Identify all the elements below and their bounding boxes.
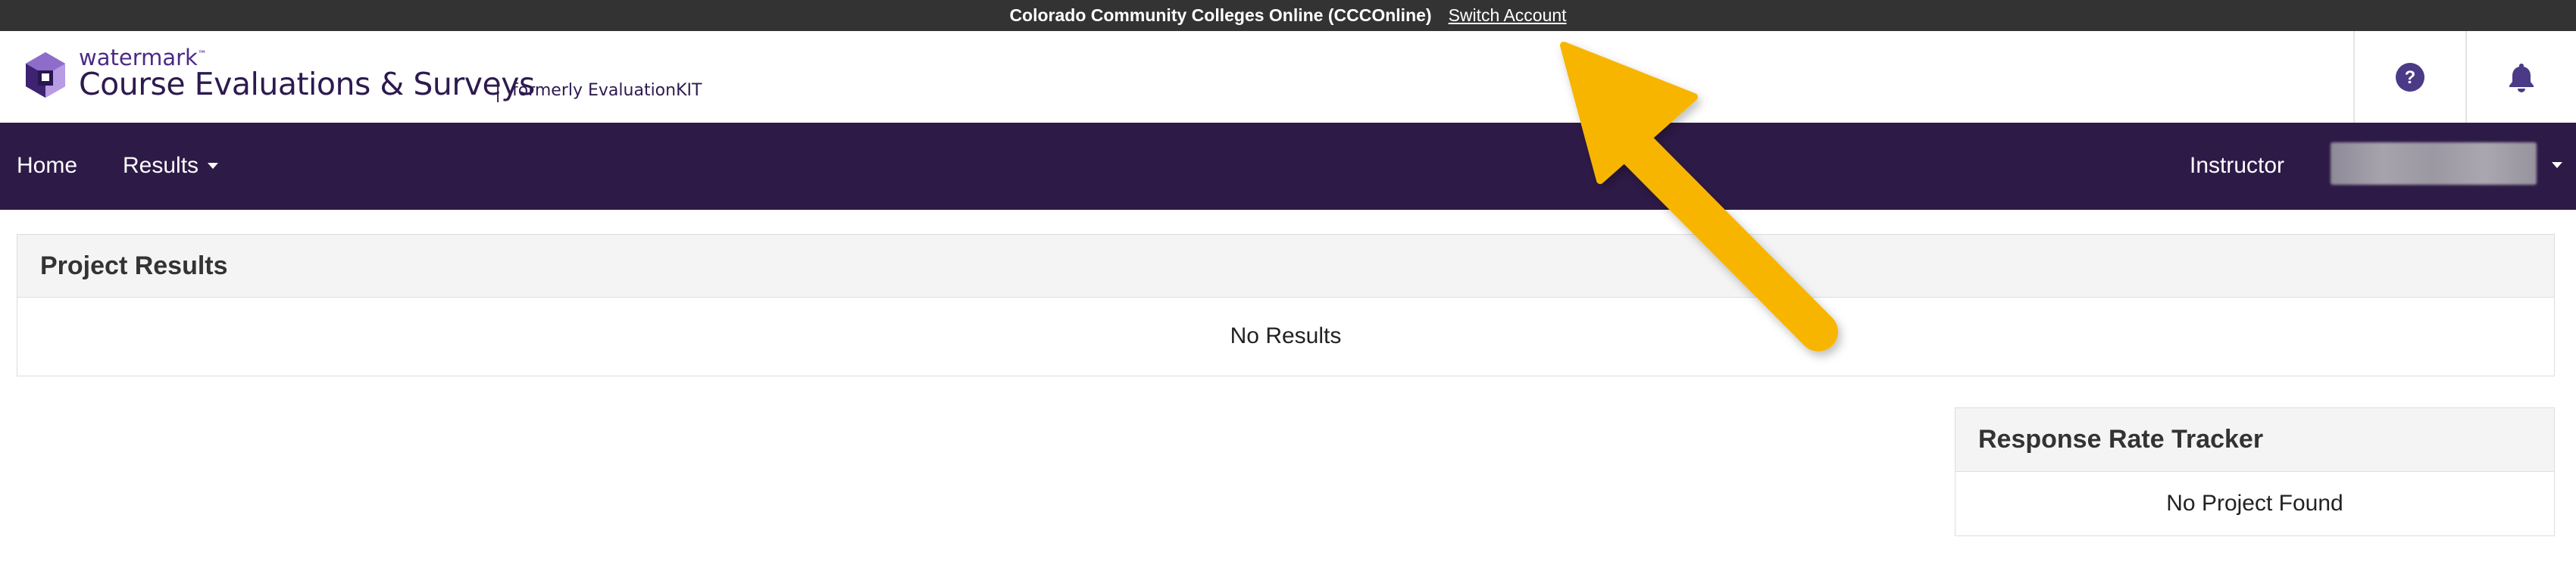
notifications-button[interactable] <box>2467 31 2576 123</box>
switch-account-link[interactable]: Switch Account <box>1449 5 1567 26</box>
app-header: watermark™ Course Evaluations & Surveys … <box>0 31 2576 123</box>
nav-home[interactable]: Home <box>17 153 77 179</box>
main-navbar: Home Results Instructor <box>0 123 2576 210</box>
nav-results-label: Results <box>123 153 199 178</box>
chevron-down-icon <box>208 163 219 169</box>
watermark-logo-icon <box>26 52 65 98</box>
response-rate-tracker-panel: Response Rate Tracker No Project Found <box>1955 407 2555 536</box>
panel-title: Response Rate Tracker <box>1955 408 2554 472</box>
user-menu-blurred[interactable] <box>2331 142 2537 185</box>
brand-title: Course Evaluations & Surveys <box>79 66 535 102</box>
panel-title: Project Results <box>17 235 2554 298</box>
help-button[interactable]: ? <box>2355 31 2465 123</box>
project-results-panel: Project Results No Results <box>17 234 2555 376</box>
nav-role-label: Instructor <box>2190 153 2285 178</box>
question-circle-icon: ? <box>2396 62 2424 92</box>
svg-text:?: ? <box>2405 67 2416 88</box>
institution-name: Colorado Community Colleges Online (CCCO… <box>1009 5 1432 25</box>
brand-formerly: formerly EvaluationKIT <box>512 81 702 100</box>
user-menu-chevron-icon[interactable] <box>2552 162 2562 168</box>
nav-results-dropdown[interactable]: Results <box>123 153 219 179</box>
bell-icon <box>2509 63 2534 92</box>
brand-separator: | <box>496 83 501 103</box>
empty-state-text: No Results <box>1230 323 1342 348</box>
empty-state-text: No Project Found <box>2166 490 2343 516</box>
account-bar: Colorado Community Colleges Online (CCCO… <box>0 0 2576 31</box>
